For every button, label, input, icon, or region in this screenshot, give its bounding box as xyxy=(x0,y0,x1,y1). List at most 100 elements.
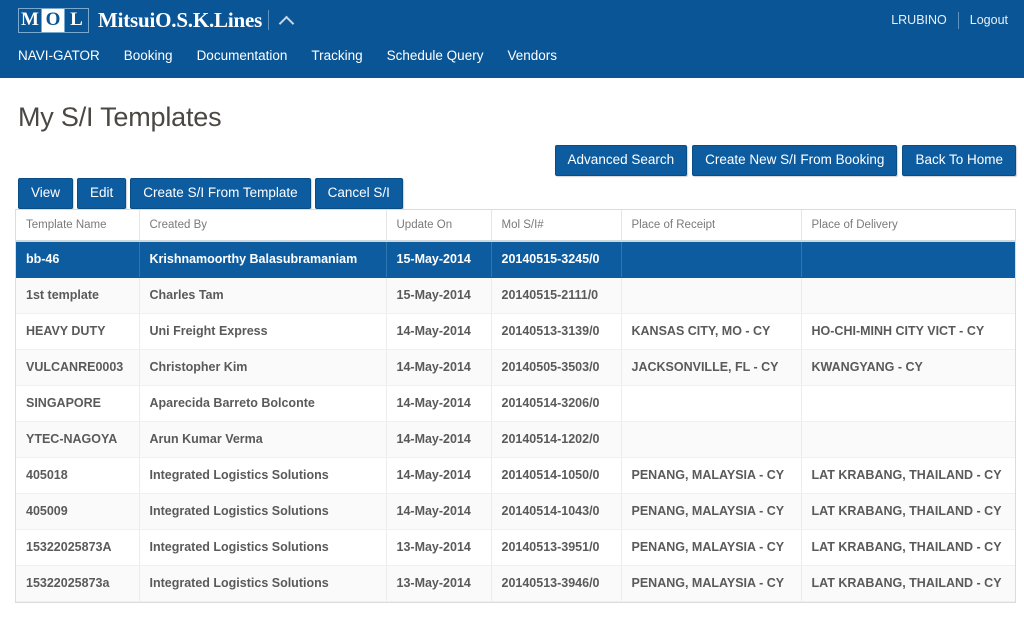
table-row[interactable]: bb-46 Krishnamoorthy Balasubramaniam 15-Ma… xyxy=(16,241,1015,278)
cell-update-on: 13-May-2014 xyxy=(386,565,492,602)
create-si-from-template-button[interactable]: Create S/I From Template xyxy=(130,178,311,209)
brand-logo[interactable]: M O L MitsuiO.S.K.Lines xyxy=(18,7,263,33)
cell-mol-si: 20140513-3946/0 xyxy=(491,565,622,602)
cell-mol-si: 20140514-3206/0 xyxy=(491,385,622,422)
nav-item-schedule-query[interactable]: Schedule Query xyxy=(387,48,484,63)
table-row[interactable]: 15322025873a Integrated Logistics Solutio… xyxy=(16,565,1015,602)
cell-place-of-receipt xyxy=(621,385,802,422)
cell-update-on: 14-May-2014 xyxy=(386,313,492,350)
column-header-mol-si[interactable]: Mol S/I# xyxy=(491,210,622,242)
cell-place-of-delivery: KWANGYANG - CY xyxy=(801,349,1015,386)
cell-mol-si: 20140514-1043/0 xyxy=(491,493,622,530)
column-header-update-on[interactable]: Update On xyxy=(386,210,492,242)
cell-template-name: 15322025873A xyxy=(16,529,140,566)
logout-link[interactable]: Logout xyxy=(970,13,1008,27)
cell-place-of-delivery xyxy=(801,385,1015,422)
cell-mol-si: 20140515-3245/0 xyxy=(491,241,622,278)
main-navigation: NAVI-GATOR Booking Documentation Trackin… xyxy=(0,40,1024,70)
table-row[interactable]: 405018 Integrated Logistics Solutions 14-M… xyxy=(16,457,1015,494)
cell-place-of-delivery xyxy=(801,277,1015,314)
site-header: M O L MitsuiO.S.K.Lines LRUBINO Logout N… xyxy=(0,0,1024,78)
cell-created-by: Aparecida Barreto Bolconte xyxy=(139,385,387,422)
cell-place-of-delivery: LAT KRABANG, THAILAND - CY xyxy=(801,493,1015,530)
edit-button[interactable]: Edit xyxy=(77,178,127,209)
cell-mol-si: 20140515-2111/0 xyxy=(491,277,622,314)
table-row[interactable]: HEAVY DUTY Uni Freight Express 14-May-2014… xyxy=(16,313,1015,350)
cell-place-of-receipt: PENANG, MALAYSIA - CY xyxy=(621,493,802,530)
cell-update-on: 14-May-2014 xyxy=(386,421,492,458)
create-new-si-from-booking-button[interactable]: Create New S/I From Booking xyxy=(692,145,898,176)
cell-created-by: Integrated Logistics Solutions xyxy=(139,565,387,602)
column-header-template-name[interactable]: Template Name xyxy=(16,210,140,242)
cell-mol-si: 20140514-1050/0 xyxy=(491,457,622,494)
logo-letter-o: O xyxy=(42,8,65,32)
table-header: Template Name Created By Update On Mol S… xyxy=(16,210,1015,242)
nav-item-tracking[interactable]: Tracking xyxy=(311,48,362,63)
cell-place-of-delivery xyxy=(801,421,1015,458)
cell-created-by: Krishnamoorthy Balasubramaniam xyxy=(139,241,387,278)
cell-update-on: 15-May-2014 xyxy=(386,241,492,278)
view-button[interactable]: View xyxy=(18,178,74,209)
cell-created-by: Integrated Logistics Solutions xyxy=(139,493,387,530)
cell-created-by: Integrated Logistics Solutions xyxy=(139,457,387,494)
cell-template-name: bb-46 xyxy=(16,241,140,278)
cell-update-on: 14-May-2014 xyxy=(386,349,492,386)
cell-created-by: Uni Freight Express xyxy=(139,313,387,350)
username-label: LRUBINO xyxy=(891,13,947,27)
nav-item-vendors[interactable]: Vendors xyxy=(507,48,557,63)
chevron-up-icon[interactable] xyxy=(279,12,295,28)
templates-table: Template Name Created By Update On Mol S… xyxy=(16,210,1015,602)
cell-place-of-receipt xyxy=(621,241,802,278)
cell-template-name: YTEC-NAGOYA xyxy=(16,421,140,458)
table-row[interactable]: 15322025873A Integrated Logistics Solutio… xyxy=(16,529,1015,566)
cell-update-on: 14-May-2014 xyxy=(386,385,492,422)
brand-name: MitsuiO.S.K.Lines xyxy=(98,7,263,32)
cell-template-name: HEAVY DUTY xyxy=(16,313,140,350)
logo-letter-m: M xyxy=(19,8,42,32)
account-divider xyxy=(957,11,959,29)
cell-template-name: SINGAPORE xyxy=(16,385,140,422)
cell-template-name: 405009 xyxy=(16,493,140,530)
cell-mol-si: 20140513-3139/0 xyxy=(491,313,622,350)
table-row[interactable]: VULCANRE0003 Christopher Kim 14-May-2014 20… xyxy=(16,349,1015,386)
cell-place-of-delivery: LAT KRABANG, THAILAND - CY xyxy=(801,529,1015,566)
cell-place-of-receipt: PENANG, MALAYSIA - CY xyxy=(621,457,802,494)
advanced-search-button[interactable]: Advanced Search xyxy=(554,145,688,176)
page-title: My S/I Templates xyxy=(18,102,222,132)
brand-divider xyxy=(268,10,270,30)
nav-item-documentation[interactable]: Documentation xyxy=(197,48,288,63)
table-row[interactable]: 405009 Integrated Logistics Solutions 14-M… xyxy=(16,493,1015,530)
cell-place-of-receipt: PENANG, MALAYSIA - CY xyxy=(621,529,802,566)
cell-created-by: Integrated Logistics Solutions xyxy=(139,529,387,566)
column-header-created-by[interactable]: Created By xyxy=(139,210,387,242)
cell-place-of-receipt: JACKSONVILLE, FL - CY xyxy=(621,349,802,386)
cell-mol-si: 20140505-3503/0 xyxy=(491,349,622,386)
column-header-place-of-receipt[interactable]: Place of Receipt xyxy=(621,210,802,242)
nav-item-navi-gator[interactable]: NAVI-GATOR xyxy=(18,48,100,63)
cell-place-of-receipt xyxy=(621,277,802,314)
templates-grid: Template Name Created By Update On Mol S… xyxy=(15,209,1016,603)
cell-place-of-receipt: KANSAS CITY, MO - CY xyxy=(621,313,802,350)
grid-action-toolbar: View Edit Create S/I From Template Cance… xyxy=(18,178,403,209)
cell-created-by: Christopher Kim xyxy=(139,349,387,386)
mol-logo-mark: M O L xyxy=(18,7,89,33)
cell-place-of-delivery: LAT KRABANG, THAILAND - CY xyxy=(801,457,1015,494)
cell-created-by: Charles Tam xyxy=(139,277,387,314)
cell-update-on: 14-May-2014 xyxy=(386,493,492,530)
cancel-si-button[interactable]: Cancel S/I xyxy=(314,178,403,209)
column-header-place-of-delivery[interactable]: Place of Delivery xyxy=(801,210,1015,242)
cell-update-on: 14-May-2014 xyxy=(386,457,492,494)
table-row[interactable]: SINGAPORE Aparecida Barreto Bolconte 14-Ma… xyxy=(16,385,1015,422)
cell-template-name: VULCANRE0003 xyxy=(16,349,140,386)
cell-template-name: 1st template xyxy=(16,277,140,314)
table-body: bb-46 Krishnamoorthy Balasubramaniam 15-Ma… xyxy=(16,241,1015,602)
table-row[interactable]: YTEC-NAGOYA Arun Kumar Verma 14-May-2014 20… xyxy=(16,421,1015,458)
header-top-bar: M O L MitsuiO.S.K.Lines LRUBINO Logout xyxy=(0,0,1024,40)
cell-created-by: Arun Kumar Verma xyxy=(139,421,387,458)
logo-letter-l: L xyxy=(70,9,83,30)
cell-place-of-receipt xyxy=(621,421,802,458)
table-header-row: Template Name Created By Update On Mol S… xyxy=(16,210,1015,242)
nav-item-booking[interactable]: Booking xyxy=(124,48,173,63)
table-row[interactable]: 1st template Charles Tam 15-May-2014 201405… xyxy=(16,277,1015,314)
back-to-home-button[interactable]: Back To Home xyxy=(902,145,1016,176)
